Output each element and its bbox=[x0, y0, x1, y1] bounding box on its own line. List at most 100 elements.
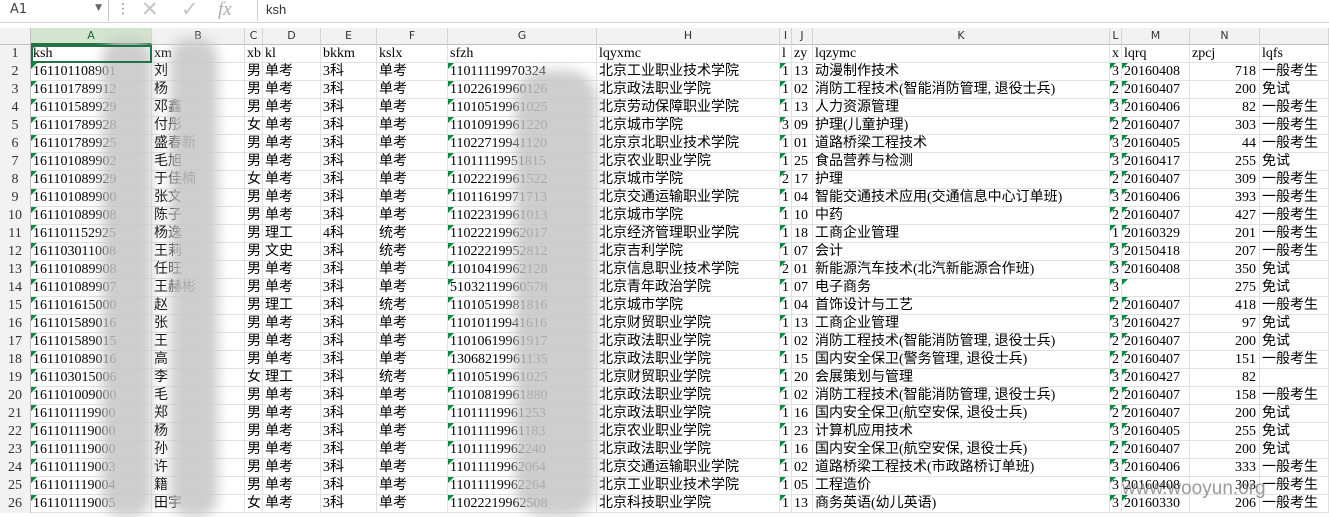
table-cell[interactable]: 20160406 bbox=[1122, 99, 1190, 117]
table-cell[interactable]: 单考 bbox=[263, 279, 321, 297]
table-cell[interactable]: 2 bbox=[1110, 207, 1122, 225]
table-cell[interactable]: 2 bbox=[1110, 81, 1122, 99]
table-cell[interactable]: 303 bbox=[1190, 117, 1260, 135]
table-cell[interactable]: 单考 bbox=[263, 333, 321, 351]
table-cell[interactable]: 3科 bbox=[321, 189, 377, 207]
table-cell[interactable]: 1 bbox=[780, 495, 792, 513]
table-cell[interactable]: 17 bbox=[792, 171, 813, 189]
more-dots-icon[interactable]: ⋮ bbox=[116, 1, 130, 17]
table-cell[interactable]: 151 bbox=[1190, 351, 1260, 369]
table-cell[interactable]: 北京政法职业学院 bbox=[597, 351, 780, 369]
table-cell[interactable]: 北京政法职业学院 bbox=[597, 441, 780, 459]
table-cell[interactable]: 消防工程技术(智能消防管理, 退役士兵) bbox=[813, 333, 1110, 351]
table-cell[interactable]: 207 bbox=[1190, 243, 1260, 261]
table-cell[interactable]: 20160427 bbox=[1122, 315, 1190, 333]
table-cell[interactable]: 01 bbox=[792, 135, 813, 153]
table-cell[interactable]: 20160405 bbox=[1122, 135, 1190, 153]
table-cell[interactable]: 2 bbox=[1110, 171, 1122, 189]
table-cell[interactable]: 一般考生 bbox=[1260, 207, 1329, 225]
column-header[interactable]: K bbox=[813, 28, 1110, 45]
table-cell[interactable]: 男 bbox=[245, 99, 263, 117]
column-header[interactable]: D bbox=[263, 28, 321, 45]
select-all-corner[interactable] bbox=[0, 28, 31, 45]
table-cell[interactable]: 单考 bbox=[263, 405, 321, 423]
table-cell[interactable]: 82 bbox=[1190, 369, 1260, 387]
table-cell[interactable]: 会展策划与管理 bbox=[813, 369, 1110, 387]
table-cell[interactable]: 1 bbox=[780, 189, 792, 207]
table-cell[interactable]: 200 bbox=[1190, 81, 1260, 99]
cancel-icon[interactable]: ✕ bbox=[141, 0, 159, 21]
table-cell[interactable]: 免试 bbox=[1260, 261, 1329, 279]
table-cell[interactable]: 新能源汽车技术(北汽新能源合作班) bbox=[813, 261, 1110, 279]
table-cell[interactable]: 男 bbox=[245, 81, 263, 99]
table-cell[interactable]: 男 bbox=[245, 405, 263, 423]
table-cell[interactable]: 一般考生 bbox=[1260, 459, 1329, 477]
row-header[interactable]: 5 bbox=[0, 117, 31, 135]
header-cell[interactable]: zpcj bbox=[1190, 45, 1260, 63]
table-cell[interactable]: 1 bbox=[780, 225, 792, 243]
table-cell[interactable]: 北京吉利学院 bbox=[597, 243, 780, 261]
column-header[interactable]: I bbox=[780, 28, 792, 45]
table-cell[interactable]: 一般考生 bbox=[1260, 351, 1329, 369]
table-cell[interactable]: 男 bbox=[245, 63, 263, 81]
table-cell[interactable]: 北京城市学院 bbox=[597, 117, 780, 135]
column-header[interactable]: H bbox=[597, 28, 780, 45]
table-cell[interactable]: 女 bbox=[245, 369, 263, 387]
row-header[interactable]: 1 bbox=[0, 45, 31, 63]
row-header[interactable]: 20 bbox=[0, 387, 31, 405]
row-header[interactable]: 11 bbox=[0, 225, 31, 243]
table-cell[interactable]: 3 bbox=[1110, 243, 1122, 261]
table-cell[interactable]: 4科 bbox=[321, 225, 377, 243]
table-cell[interactable]: 男 bbox=[245, 459, 263, 477]
table-cell[interactable]: 男 bbox=[245, 351, 263, 369]
table-cell[interactable]: 一般考生 bbox=[1260, 297, 1329, 315]
table-cell[interactable]: 单考 bbox=[377, 477, 448, 495]
table-cell[interactable]: 04 bbox=[792, 189, 813, 207]
row-header[interactable]: 8 bbox=[0, 171, 31, 189]
table-cell[interactable]: 护理 bbox=[813, 171, 1110, 189]
table-cell[interactable]: 3科 bbox=[321, 423, 377, 441]
table-cell[interactable]: 25 bbox=[792, 153, 813, 171]
table-cell[interactable]: 北京农业职业学院 bbox=[597, 153, 780, 171]
table-cell[interactable]: 女 bbox=[245, 495, 263, 513]
header-cell[interactable]: lqyxmc bbox=[597, 45, 780, 63]
table-cell[interactable]: 3科 bbox=[321, 63, 377, 81]
row-header[interactable]: 21 bbox=[0, 405, 31, 423]
table-cell[interactable]: 单考 bbox=[377, 495, 448, 513]
table-cell[interactable]: 1 bbox=[780, 279, 792, 297]
table-cell[interactable]: 北京财贸职业学院 bbox=[597, 315, 780, 333]
table-cell[interactable]: 国内安全保卫(航空安保, 退役士兵) bbox=[813, 405, 1110, 423]
table-cell[interactable]: 3 bbox=[1110, 189, 1122, 207]
table-cell[interactable]: 3科 bbox=[321, 81, 377, 99]
table-cell[interactable]: 3科 bbox=[321, 441, 377, 459]
table-cell[interactable]: 3科 bbox=[321, 279, 377, 297]
column-header[interactable] bbox=[1260, 28, 1329, 45]
row-header[interactable]: 9 bbox=[0, 189, 31, 207]
table-cell[interactable]: 首饰设计与工艺 bbox=[813, 297, 1110, 315]
table-cell[interactable]: 免试 bbox=[1260, 405, 1329, 423]
table-cell[interactable]: 1 bbox=[780, 99, 792, 117]
table-cell[interactable]: 255 bbox=[1190, 423, 1260, 441]
table-cell[interactable]: 免试 bbox=[1260, 81, 1329, 99]
table-cell[interactable]: 男 bbox=[245, 441, 263, 459]
table-cell[interactable]: 05 bbox=[792, 477, 813, 495]
table-cell[interactable]: 男 bbox=[245, 153, 263, 171]
table-cell[interactable]: 工商企业管理 bbox=[813, 315, 1110, 333]
table-cell[interactable]: 单考 bbox=[263, 153, 321, 171]
table-cell[interactable]: 07 bbox=[792, 279, 813, 297]
table-cell[interactable]: 309 bbox=[1190, 171, 1260, 189]
table-cell[interactable]: 北京工业职业技术学院 bbox=[597, 477, 780, 495]
table-cell[interactable]: 3科 bbox=[321, 495, 377, 513]
table-cell[interactable]: 文史 bbox=[263, 243, 321, 261]
table-cell[interactable]: 1 bbox=[780, 387, 792, 405]
table-cell[interactable]: 男 bbox=[245, 207, 263, 225]
table-cell[interactable]: 单考 bbox=[263, 459, 321, 477]
table-cell[interactable]: 13 bbox=[792, 315, 813, 333]
table-cell[interactable]: 男 bbox=[245, 225, 263, 243]
row-header[interactable]: 19 bbox=[0, 369, 31, 387]
function-icon[interactable]: fx bbox=[218, 0, 232, 21]
table-cell[interactable]: 20160406 bbox=[1122, 459, 1190, 477]
table-cell[interactable]: 427 bbox=[1190, 207, 1260, 225]
table-cell[interactable]: 单考 bbox=[377, 459, 448, 477]
row-header[interactable]: 12 bbox=[0, 243, 31, 261]
